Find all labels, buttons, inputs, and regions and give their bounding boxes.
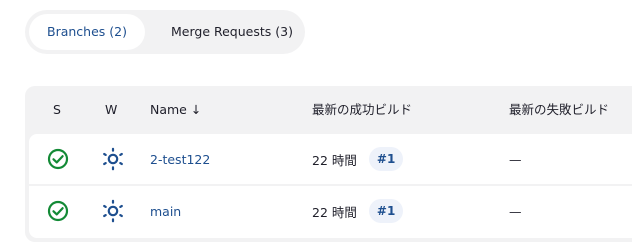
last-success-time: 22 時間 bbox=[312, 204, 357, 220]
branch-link[interactable]: main bbox=[150, 204, 181, 219]
last-success-cell: 22 時間 #1 bbox=[312, 186, 404, 236]
header-name[interactable]: Name ↓ bbox=[150, 86, 201, 134]
build-number-link[interactable]: #1 bbox=[368, 199, 404, 223]
branches-table: S W Name ↓ 最新の成功ビルド 最新の失敗ビルド 2-test122 2… bbox=[25, 86, 632, 242]
branch-tabs: Branches (2) Merge Requests (3) bbox=[25, 10, 305, 54]
branch-name-cell: 2-test122 bbox=[150, 134, 210, 184]
table-header: S W Name ↓ 最新の成功ビルド 最新の失敗ビルド bbox=[25, 86, 632, 134]
sun-icon bbox=[101, 134, 125, 184]
header-weather[interactable]: W bbox=[105, 86, 117, 134]
check-circle-icon bbox=[47, 134, 69, 184]
last-failure-cell: — bbox=[509, 134, 522, 184]
last-success-time: 22 時間 bbox=[312, 152, 357, 168]
branch-link[interactable]: 2-test122 bbox=[150, 152, 210, 167]
last-success-cell: 22 時間 #1 bbox=[312, 134, 404, 184]
last-failure-value: — bbox=[509, 151, 522, 167]
header-last-failure[interactable]: 最新の失敗ビルド bbox=[509, 86, 609, 134]
header-last-success[interactable]: 最新の成功ビルド bbox=[312, 86, 412, 134]
tab-branches[interactable]: Branches (2) bbox=[29, 14, 145, 50]
header-status[interactable]: S bbox=[53, 86, 61, 134]
check-circle-icon bbox=[47, 186, 69, 236]
last-failure-value: — bbox=[509, 203, 522, 219]
tab-merge-requests[interactable]: Merge Requests (3) bbox=[153, 14, 311, 50]
table-row: 2-test122 22 時間 #1 — bbox=[29, 134, 632, 184]
last-failure-cell: — bbox=[509, 186, 522, 236]
branch-name-cell: main bbox=[150, 186, 181, 236]
build-number-link[interactable]: #1 bbox=[368, 147, 404, 171]
table-row: main 22 時間 #1 — bbox=[29, 186, 632, 238]
sun-icon bbox=[101, 186, 125, 236]
